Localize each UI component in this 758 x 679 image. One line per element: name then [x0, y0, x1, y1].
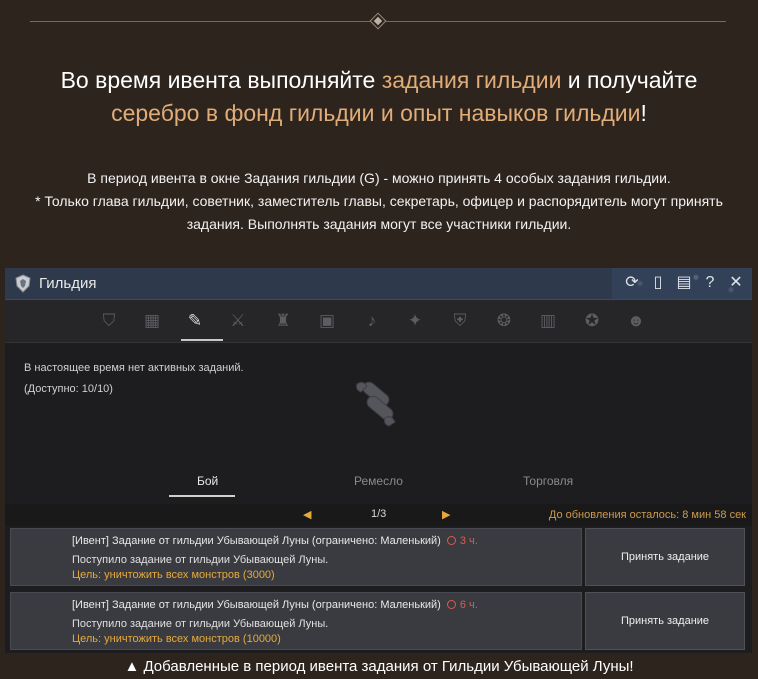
guild-window: Гильдия ⟳ ▯ ▤ ? ✕ ⛉ ▦ ✎ ⚔ ♜ ▣ ♪ ✦ ⛨ ❂ ▥ …	[5, 268, 752, 653]
subtab-trade[interactable]: Торговля	[523, 474, 573, 488]
headline-text-1: Во время ивента выполняйте	[60, 67, 382, 93]
guild-tab-bar: ⛉ ▦ ✎ ⚔ ♜ ▣ ♪ ✦ ⛨ ❂ ▥ ✪ ☻	[5, 300, 752, 343]
quest-card: [Ивент] Задание от гильдии Убывающей Лун…	[10, 528, 582, 586]
headline-text-3: !	[640, 100, 647, 126]
guild-notice-tab-icon[interactable]: ▦	[141, 310, 163, 332]
refresh-icon[interactable]: ⟳	[622, 273, 642, 293]
description-line-3: задания. Выполнять задания могут все уча…	[186, 216, 572, 232]
guild-crest-tab-icon[interactable]: ⛉	[98, 310, 120, 332]
guild-bell-tab-icon[interactable]: ♪	[361, 310, 383, 332]
document-icon[interactable]: ▤	[674, 273, 694, 293]
screenshot-caption: ▲ Добавленные в период ивента задания от…	[124, 658, 634, 675]
description-line-2: * Только глава гильдии, советник, замест…	[35, 193, 723, 209]
page-number: 1/3	[371, 508, 387, 520]
quest-pager: ◀ 1/3 ▶ До обновления осталось: 8 мин 58…	[5, 504, 752, 526]
prev-page-arrow-icon[interactable]: ◀	[303, 508, 311, 521]
guild-quest-tab-icon[interactable]: ✎	[184, 310, 206, 332]
event-headline: Во время ивента выполняйте задания гильд…	[0, 64, 758, 130]
headline-text-2: и получайте	[561, 67, 698, 93]
next-page-arrow-icon[interactable]: ▶	[442, 508, 450, 521]
quest-card: [Ивент] Задание от гильдии Убывающей Лун…	[10, 592, 582, 650]
guild-mask-tab-icon[interactable]: ☻	[625, 310, 647, 332]
quest-title: [Ивент] Задание от гильдии Убывающей Лун…	[72, 535, 478, 547]
quest-time: 3 ч.	[459, 535, 478, 547]
quest-title: [Ивент] Задание от гильдии Убывающей Лун…	[72, 599, 478, 611]
guild-eagle-tab-icon[interactable]: ✦	[404, 310, 426, 332]
quest-goal: Цель: уничтожить всех монстров (3000)	[72, 569, 275, 581]
guild-emblem-tab-icon[interactable]: ❂	[493, 310, 515, 332]
quest-title-text: [Ивент] Задание от гильдии Убывающей Лун…	[72, 599, 441, 611]
active-tab-indicator	[181, 339, 223, 341]
event-description: В период ивента в окне Задания гильдии (…	[0, 167, 758, 236]
guild-book-tab-icon[interactable]: ▣	[316, 310, 338, 332]
quest-description: Поступило задание от гильдии Убывающей Л…	[72, 618, 329, 630]
guild-crest-icon	[15, 274, 31, 293]
headline-highlight-2: серебро в фонд гильдии и опыт навыков ги…	[111, 100, 641, 126]
headline-highlight-1: задания гильдии	[381, 67, 562, 93]
description-line-1: В период ивента в окне Задания гильдии (…	[87, 170, 671, 186]
guild-shield-tab-icon[interactable]: ⛨	[449, 310, 471, 332]
guild-war-tab-icon[interactable]: ⚔	[227, 310, 249, 332]
quest-title-text: [Ивент] Задание от гильдии Убывающей Лун…	[72, 535, 441, 547]
clock-icon	[446, 536, 456, 545]
guild-contract-tab-icon[interactable]: ▥	[537, 310, 559, 332]
quest-time: 6 ч.	[459, 599, 478, 611]
phone-icon[interactable]: ▯	[648, 273, 668, 293]
quest-scroll-icon	[356, 381, 396, 427]
help-icon[interactable]: ?	[700, 273, 720, 293]
window-title: Гильдия	[39, 275, 97, 292]
active-subtab-indicator	[169, 495, 235, 497]
subtab-crafting[interactable]: Ремесло	[354, 474, 403, 488]
guild-badge-tab-icon[interactable]: ✪	[581, 310, 603, 332]
accept-quest-button[interactable]: Принять задание	[585, 528, 745, 586]
no-active-quests-text: В настоящее время нет активных заданий.	[24, 362, 244, 374]
titlebar-actions: ⟳ ▯ ▤ ? ✕	[622, 273, 746, 293]
window-titlebar[interactable]: Гильдия ⟳ ▯ ▤ ? ✕	[5, 268, 752, 300]
quest-description: Поступило задание от гильдии Убывающей Л…	[72, 554, 329, 566]
subtab-combat[interactable]: Бой	[197, 474, 218, 488]
accept-quest-button[interactable]: Принять задание	[585, 592, 745, 650]
quest-category-tabs: Бой Ремесло Торговля	[5, 468, 752, 498]
clock-icon	[446, 600, 456, 609]
close-icon[interactable]: ✕	[726, 273, 746, 293]
refresh-timer: До обновления осталось: 8 мин 58 сек	[548, 509, 746, 521]
quest-goal: Цель: уничтожить всех монстров (10000)	[72, 633, 281, 645]
guild-tower-tab-icon[interactable]: ♜	[272, 310, 294, 332]
available-quests-count: (Доступно: 10/10)	[24, 383, 113, 395]
